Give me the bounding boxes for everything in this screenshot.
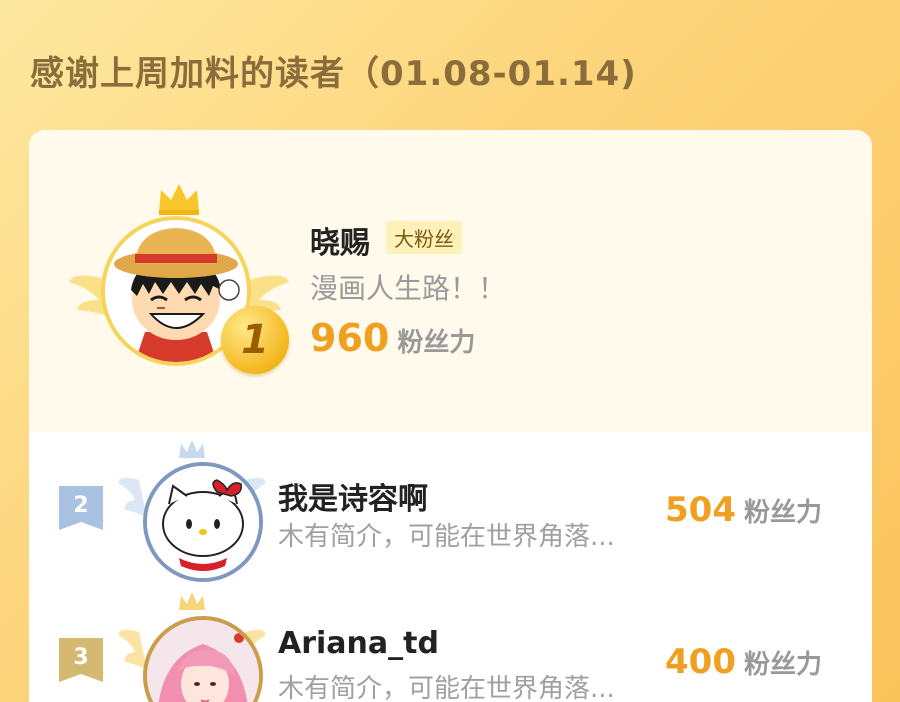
- first-place-avatar-frame[interactable]: 1: [69, 182, 289, 382]
- pink-hair-girl-avatar-icon: [147, 620, 259, 702]
- score-value: 960: [310, 316, 390, 360]
- entry-score: 400 粉丝力: [665, 642, 822, 682]
- entry-avatar: [143, 462, 263, 582]
- page: 感谢上周加料的读者（01.08-01.14) 1 晓赐 大粉丝 漫画人生路！！ …: [0, 0, 900, 702]
- leaderboard-row-3[interactable]: 3 Ariana_td 木有简介，可能在世界角落... 400 粉丝力: [29, 582, 872, 702]
- leaderboard-card: 1 晓赐 大粉丝 漫画人生路！！ 960 粉丝力 2 我是诗容啊 木有简介，可能…: [29, 130, 872, 702]
- rank-1-badge: 1: [221, 306, 289, 374]
- page-title: 感谢上周加料的读者（01.08-01.14): [30, 54, 637, 94]
- entry-bio: 木有简介，可能在世界角落...: [278, 674, 615, 702]
- score-value: 400: [665, 642, 736, 682]
- score-unit: 粉丝力: [743, 498, 822, 528]
- first-place-score: 960 粉丝力: [310, 316, 475, 360]
- score-value: 504: [665, 490, 736, 530]
- entry-score: 504 粉丝力: [665, 490, 822, 530]
- leaderboard-row-2[interactable]: 2 我是诗容啊 木有简介，可能在世界角落... 504 粉丝力: [29, 432, 872, 582]
- crown-icon: [159, 184, 199, 215]
- fan-level-badge: 大粉丝: [386, 221, 462, 254]
- rank-2-number: 2: [73, 493, 89, 518]
- entry-name[interactable]: 我是诗容啊: [278, 474, 428, 518]
- rank-3-number: 3: [73, 645, 89, 670]
- hello-kitty-avatar-icon: [147, 466, 259, 578]
- score-unit: 粉丝力: [743, 650, 822, 680]
- first-place-name[interactable]: 晓赐: [310, 218, 370, 262]
- first-place-bio: 漫画人生路！！: [310, 272, 507, 305]
- first-place-entry[interactable]: 1 晓赐 大粉丝 漫画人生路！！ 960 粉丝力: [29, 130, 872, 432]
- score-unit: 粉丝力: [397, 328, 476, 358]
- entry-name[interactable]: Ariana_td: [278, 626, 439, 661]
- entry-bio: 木有简介，可能在世界角落...: [278, 522, 615, 552]
